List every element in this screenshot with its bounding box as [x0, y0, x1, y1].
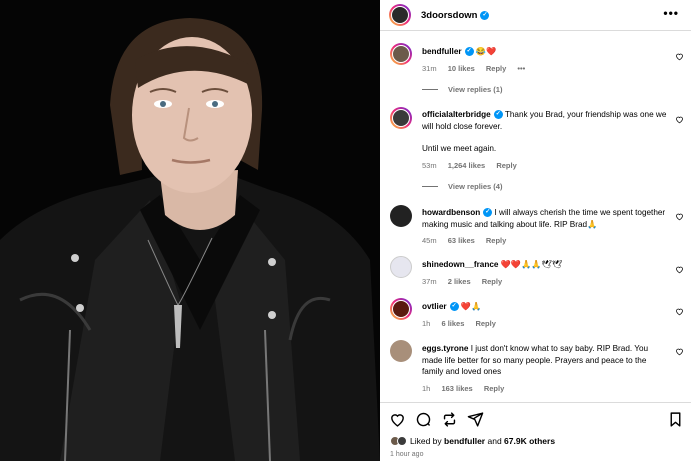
comment-time: 53m [422, 160, 437, 170]
reply-button[interactable]: Reply [486, 64, 506, 73]
liked-by: Liked by bendfuller and 67.9K others [390, 436, 555, 446]
comment-text: ❤️🙏 [458, 302, 482, 311]
post-actions [380, 408, 691, 432]
liked-by-prefix: Liked by [410, 436, 445, 446]
like-comment-icon[interactable] [675, 307, 684, 316]
like-comment-icon[interactable] [675, 347, 684, 356]
repost-icon[interactable] [441, 411, 458, 428]
verified-icon: ✓ [449, 302, 459, 312]
actions-divider [380, 402, 691, 403]
replies-line [422, 186, 438, 187]
author-avatar[interactable] [389, 4, 411, 26]
commenter-avatar[interactable] [390, 256, 412, 278]
commenter-avatar[interactable] [390, 43, 412, 65]
comment-username[interactable]: shinedown__france [422, 260, 498, 269]
more-horizontal-icon[interactable]: ••• [663, 6, 679, 20]
commenter-avatar[interactable] [390, 340, 412, 362]
post-photo[interactable] [0, 0, 380, 461]
comment-username[interactable]: eggs.tyrone [422, 344, 468, 353]
comment-list: bendfuller ✓ 😂❤️ 31m 10 likes Reply ••• V… [380, 31, 691, 401]
like-comment-icon[interactable] [675, 115, 684, 124]
comment-username[interactable]: howardbenson [422, 208, 480, 217]
comment-text-line2: Until we meet again. [422, 144, 497, 153]
liker-avatar [397, 436, 407, 446]
share-icon[interactable] [467, 411, 484, 428]
liked-by-and: and [485, 436, 505, 446]
liked-by-user[interactable]: bendfuller [444, 436, 485, 446]
reply-button[interactable]: Reply [482, 277, 502, 286]
save-bookmark-icon[interactable] [667, 411, 684, 428]
comment-likes[interactable]: 163 likes [441, 384, 472, 393]
comment-likes[interactable]: 6 likes [441, 319, 464, 328]
post-time: 1 hour ago [390, 451, 424, 458]
reply-button[interactable]: Reply [496, 161, 516, 170]
comment-icon[interactable] [415, 411, 432, 428]
view-replies-button[interactable]: View replies (1) [422, 85, 502, 94]
comment-text: ❤️❤️🙏🙏🕊🕊 [498, 260, 563, 269]
comment-options-icon[interactable]: ••• [517, 64, 525, 73]
comment-username[interactable]: ovtlier [422, 302, 447, 311]
comment-time: 1h [422, 318, 431, 328]
commenter-avatar[interactable] [390, 205, 412, 227]
comment-time: 45m [422, 236, 437, 245]
reply-button[interactable]: Reply [486, 236, 506, 245]
verified-icon: ✓ [483, 208, 493, 218]
verified-icon: ✓ [493, 110, 503, 120]
like-comment-icon[interactable] [675, 52, 684, 61]
verified-icon: ✓ [480, 10, 490, 20]
reply-button[interactable]: Reply [475, 319, 495, 328]
like-comment-icon[interactable] [675, 265, 684, 274]
comment-username[interactable]: officialalterbridge [422, 110, 491, 119]
comment-likes[interactable]: 63 likes [448, 236, 475, 245]
comment-time: 37m [422, 276, 437, 286]
like-comment-icon[interactable] [675, 212, 684, 221]
comment-time: 31m [422, 63, 437, 73]
likes-count[interactable]: 67.9K others [504, 436, 555, 446]
portrait-image [0, 0, 380, 461]
view-replies-button[interactable]: View replies (4) [422, 182, 502, 191]
view-replies-label: View replies (1) [448, 85, 503, 94]
comment-time: 1h [422, 383, 431, 393]
verified-icon: ✓ [464, 47, 474, 57]
reply-button[interactable]: Reply [484, 384, 504, 393]
comment-likes[interactable]: 2 likes [448, 277, 471, 286]
post-header: 3doorsdown ✓ ••• [380, 0, 691, 30]
comments-panel: 3doorsdown ✓ ••• bendfuller ✓ 😂❤️ 31m 10 … [380, 0, 691, 461]
commenter-avatar[interactable] [390, 107, 412, 129]
heart-icon[interactable] [389, 411, 406, 428]
author-username[interactable]: 3doorsdown [421, 10, 477, 21]
comment-username[interactable]: bendfuller [422, 47, 462, 56]
comment-likes[interactable]: 10 likes [448, 64, 475, 73]
replies-line [422, 89, 438, 90]
comment-text: 😂❤️ [473, 47, 497, 56]
comment-likes[interactable]: 1,264 likes [448, 161, 486, 170]
commenter-avatar[interactable] [390, 298, 412, 320]
view-replies-label: View replies (4) [448, 182, 503, 191]
